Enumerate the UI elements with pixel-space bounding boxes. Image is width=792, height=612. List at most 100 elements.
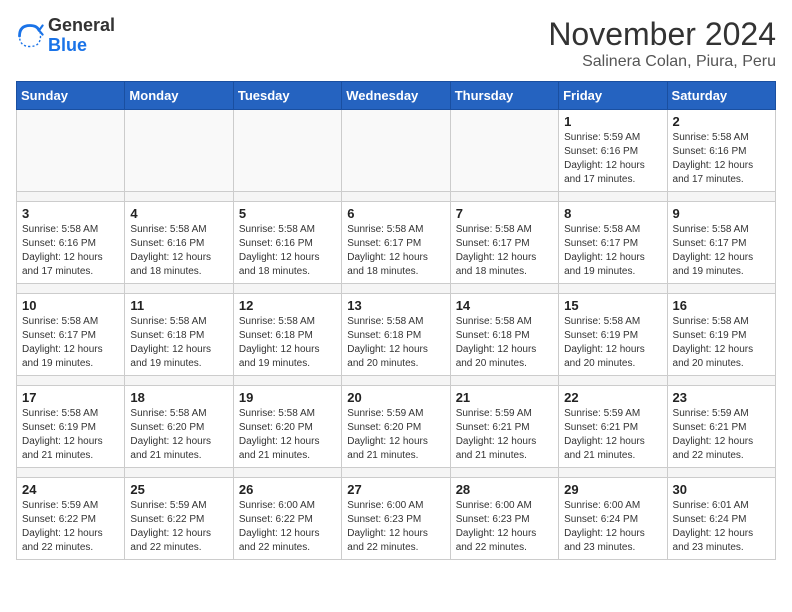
day-info: Sunrise: 5:59 AM Sunset: 6:20 PM Dayligh… — [347, 407, 444, 463]
calendar-cell: 29Sunrise: 6:00 AM Sunset: 6:24 PM Dayli… — [559, 478, 667, 560]
day-info: Sunrise: 6:00 AM Sunset: 6:23 PM Dayligh… — [347, 499, 444, 555]
weekday-header-wednesday: Wednesday — [342, 82, 450, 110]
weekday-header-thursday: Thursday — [450, 82, 558, 110]
weekday-header-sunday: Sunday — [17, 82, 125, 110]
day-info: Sunrise: 5:58 AM Sunset: 6:16 PM Dayligh… — [22, 223, 119, 279]
day-number: 27 — [347, 482, 444, 497]
week-separator — [17, 376, 776, 386]
day-number: 3 — [22, 206, 119, 221]
logo-blue: Blue — [48, 35, 87, 55]
day-number: 8 — [564, 206, 661, 221]
day-number: 26 — [239, 482, 336, 497]
day-number: 25 — [130, 482, 227, 497]
calendar-cell — [342, 110, 450, 192]
day-info: Sunrise: 6:01 AM Sunset: 6:24 PM Dayligh… — [673, 499, 770, 555]
calendar-cell: 15Sunrise: 5:58 AM Sunset: 6:19 PM Dayli… — [559, 294, 667, 376]
day-number: 14 — [456, 298, 553, 313]
calendar-cell: 19 Sunrise: 5:58 AM Sunset: 6:20 PM Dayli… — [233, 386, 341, 468]
weekday-header-saturday: Saturday — [667, 82, 775, 110]
weekday-header-tuesday: Tuesday — [233, 82, 341, 110]
day-number: 4 — [130, 206, 227, 221]
day-info: Sunrise: 5:58 AM Sunset: 6:20 PM Dayligh… — [239, 407, 336, 463]
day-number: 20 — [347, 390, 444, 405]
week-row-1: 1 Sunrise: 5:59 AM Sunset: 6:16 PM Daylig… — [17, 110, 776, 192]
day-number: 30 — [673, 482, 770, 497]
day-info: Sunrise: 5:58 AM Sunset: 6:19 PM Dayligh… — [22, 407, 119, 463]
calendar-cell: 18Sunrise: 5:58 AM Sunset: 6:20 PM Dayli… — [125, 386, 233, 468]
calendar-cell: 23Sunrise: 5:59 AM Sunset: 6:21 PM Dayli… — [667, 386, 775, 468]
calendar-cell: 28 Sunrise: 6:00 AM Sunset: 6:23 PM Dayli… — [450, 478, 558, 560]
calendar-cell: 5Sunrise: 5:58 AM Sunset: 6:16 PM Daylig… — [233, 202, 341, 284]
day-number: 9 — [673, 206, 770, 221]
day-number: 7 — [456, 206, 553, 221]
logo: General Blue — [16, 16, 115, 56]
day-info: Sunrise: 5:58 AM Sunset: 6:16 PM Dayligh… — [130, 223, 227, 279]
day-number: 12 — [239, 298, 336, 313]
calendar-cell: 11Sunrise: 5:58 AM Sunset: 6:18 PM Dayli… — [125, 294, 233, 376]
calendar-cell: 4 Sunrise: 5:58 AM Sunset: 6:16 PM Daylig… — [125, 202, 233, 284]
day-info: Sunrise: 5:58 AM Sunset: 6:19 PM Dayligh… — [564, 315, 661, 371]
day-number: 19 — [239, 390, 336, 405]
calendar-cell — [125, 110, 233, 192]
day-info: Sunrise: 5:58 AM Sunset: 6:17 PM Dayligh… — [564, 223, 661, 279]
calendar-cell: 3 Sunrise: 5:58 AM Sunset: 6:16 PM Daylig… — [17, 202, 125, 284]
calendar-cell: 25 Sunrise: 5:59 AM Sunset: 6:22 PM Dayli… — [125, 478, 233, 560]
logo-text: General Blue — [48, 16, 115, 56]
calendar-cell: 24 Sunrise: 5:59 AM Sunset: 6:22 PM Dayli… — [17, 478, 125, 560]
calendar-cell: 30 Sunrise: 6:01 AM Sunset: 6:24 PM Dayli… — [667, 478, 775, 560]
day-info: Sunrise: 5:59 AM Sunset: 6:21 PM Dayligh… — [564, 407, 661, 463]
day-number: 1 — [564, 114, 661, 129]
page-header: General Blue November 2024 Salinera Cola… — [16, 16, 776, 71]
day-info: Sunrise: 5:59 AM Sunset: 6:22 PM Dayligh… — [22, 499, 119, 555]
day-info: Sunrise: 5:58 AM Sunset: 6:17 PM Dayligh… — [347, 223, 444, 279]
calendar-cell: 26 Sunrise: 6:00 AM Sunset: 6:22 PM Dayli… — [233, 478, 341, 560]
day-number: 16 — [673, 298, 770, 313]
day-number: 29 — [564, 482, 661, 497]
calendar-cell: 22 Sunrise: 5:59 AM Sunset: 6:21 PM Dayli… — [559, 386, 667, 468]
calendar-cell: 16 Sunrise: 5:58 AM Sunset: 6:19 PM Dayli… — [667, 294, 775, 376]
day-number: 22 — [564, 390, 661, 405]
day-number: 18 — [130, 390, 227, 405]
day-info: Sunrise: 6:00 AM Sunset: 6:23 PM Dayligh… — [456, 499, 553, 555]
day-info: Sunrise: 5:59 AM Sunset: 6:16 PM Dayligh… — [564, 131, 661, 187]
week-row-2: 3 Sunrise: 5:58 AM Sunset: 6:16 PM Daylig… — [17, 202, 776, 284]
day-number: 2 — [673, 114, 770, 129]
day-number: 10 — [22, 298, 119, 313]
calendar-cell: 1 Sunrise: 5:59 AM Sunset: 6:16 PM Daylig… — [559, 110, 667, 192]
calendar-cell: 7 Sunrise: 5:58 AM Sunset: 6:17 PM Daylig… — [450, 202, 558, 284]
day-info: Sunrise: 5:58 AM Sunset: 6:17 PM Dayligh… — [22, 315, 119, 371]
calendar-cell: 8 Sunrise: 5:58 AM Sunset: 6:17 PM Daylig… — [559, 202, 667, 284]
week-separator — [17, 192, 776, 202]
calendar-cell: 10 Sunrise: 5:58 AM Sunset: 6:17 PM Dayli… — [17, 294, 125, 376]
weekday-header-friday: Friday — [559, 82, 667, 110]
day-info: Sunrise: 5:58 AM Sunset: 6:18 PM Dayligh… — [456, 315, 553, 371]
day-info: Sunrise: 5:58 AM Sunset: 6:17 PM Dayligh… — [456, 223, 553, 279]
calendar-cell — [17, 110, 125, 192]
calendar-cell: 2 Sunrise: 5:58 AM Sunset: 6:16 PM Daylig… — [667, 110, 775, 192]
day-number: 24 — [22, 482, 119, 497]
calendar-cell: 17 Sunrise: 5:58 AM Sunset: 6:19 PM Dayli… — [17, 386, 125, 468]
day-info: Sunrise: 6:00 AM Sunset: 6:22 PM Dayligh… — [239, 499, 336, 555]
calendar-cell: 20 Sunrise: 5:59 AM Sunset: 6:20 PM Dayli… — [342, 386, 450, 468]
day-info: Sunrise: 5:58 AM Sunset: 6:19 PM Dayligh… — [673, 315, 770, 371]
day-number: 21 — [456, 390, 553, 405]
week-row-4: 17 Sunrise: 5:58 AM Sunset: 6:19 PM Dayli… — [17, 386, 776, 468]
weekday-header-monday: Monday — [125, 82, 233, 110]
day-info: Sunrise: 5:58 AM Sunset: 6:18 PM Dayligh… — [347, 315, 444, 371]
day-number: 28 — [456, 482, 553, 497]
day-info: Sunrise: 5:58 AM Sunset: 6:16 PM Dayligh… — [239, 223, 336, 279]
calendar-cell: 6 Sunrise: 5:58 AM Sunset: 6:17 PM Daylig… — [342, 202, 450, 284]
day-info: Sunrise: 5:58 AM Sunset: 6:18 PM Dayligh… — [239, 315, 336, 371]
calendar-cell: 12 Sunrise: 5:58 AM Sunset: 6:18 PM Dayli… — [233, 294, 341, 376]
logo-icon — [16, 22, 44, 50]
calendar-cell: 27 Sunrise: 6:00 AM Sunset: 6:23 PM Dayli… — [342, 478, 450, 560]
day-info: Sunrise: 5:58 AM Sunset: 6:17 PM Dayligh… — [673, 223, 770, 279]
calendar-cell: 14 Sunrise: 5:58 AM Sunset: 6:18 PM Dayli… — [450, 294, 558, 376]
day-number: 6 — [347, 206, 444, 221]
day-info: Sunrise: 5:59 AM Sunset: 6:22 PM Dayligh… — [130, 499, 227, 555]
day-info: Sunrise: 5:58 AM Sunset: 6:16 PM Dayligh… — [673, 131, 770, 187]
week-row-5: 24 Sunrise: 5:59 AM Sunset: 6:22 PM Dayli… — [17, 478, 776, 560]
week-separator — [17, 468, 776, 478]
calendar-cell — [450, 110, 558, 192]
day-number: 17 — [22, 390, 119, 405]
